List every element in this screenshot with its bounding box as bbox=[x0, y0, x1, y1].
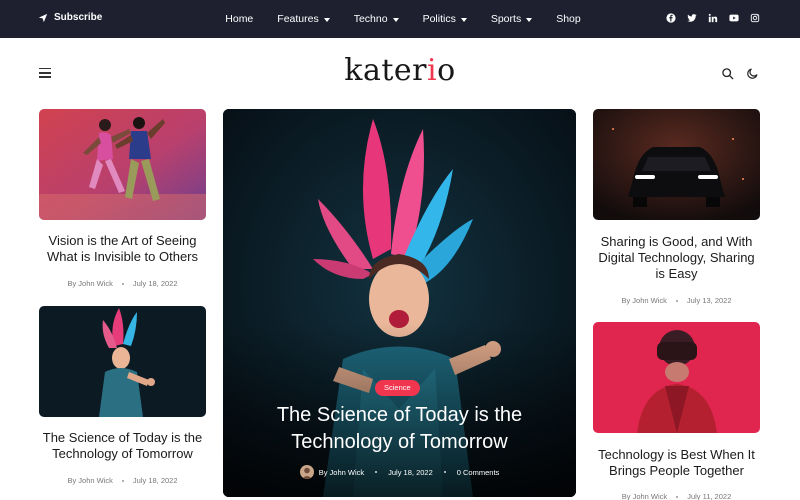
nav-item-sports[interactable]: Sports bbox=[490, 13, 533, 25]
post-date: July 11, 2022 bbox=[687, 492, 732, 500]
nav-label: Home bbox=[225, 13, 254, 25]
nav-label: Techno bbox=[353, 13, 388, 25]
nav-label: Shop bbox=[556, 13, 581, 25]
featured-post-meta: By John Wick July 18, 2022 0 Comments bbox=[223, 465, 576, 479]
category-badge[interactable]: Science bbox=[375, 380, 420, 396]
subscribe-link[interactable]: Subscribe bbox=[38, 12, 102, 23]
post-meta: By John Wick July 11, 2022 bbox=[593, 492, 760, 500]
subscribe-label: Subscribe bbox=[54, 12, 103, 23]
twitter-icon[interactable] bbox=[687, 13, 697, 23]
post-title[interactable]: The Science of Today is the Technology o… bbox=[39, 430, 206, 462]
instagram-icon[interactable] bbox=[750, 13, 760, 23]
nav-item-techno[interactable]: Techno bbox=[354, 13, 399, 25]
post-title[interactable]: Vision is the Art of Seeing What is Invi… bbox=[39, 233, 206, 265]
chevron-down-icon bbox=[392, 17, 399, 22]
search-icon[interactable] bbox=[721, 67, 734, 80]
post-author[interactable]: By John Wick bbox=[319, 468, 364, 477]
post-thumbnail-feather-woman[interactable] bbox=[39, 306, 206, 417]
moon-icon[interactable] bbox=[746, 67, 759, 80]
post-thumbnail-vr-man[interactable] bbox=[593, 322, 760, 433]
meta-separator bbox=[121, 283, 124, 286]
post-meta: By John Wick July 18, 2022 bbox=[39, 476, 206, 485]
featured-post-title[interactable]: The Science of Today is the Technology o… bbox=[243, 402, 556, 456]
post-author[interactable]: By John Wick bbox=[67, 476, 112, 485]
post-meta: By John Wick July 18, 2022 bbox=[39, 279, 206, 288]
top-bar: Subscribe Home Features Techno Politics … bbox=[0, 0, 800, 38]
nav-item-features[interactable]: Features bbox=[277, 13, 330, 25]
post-author[interactable]: By John Wick bbox=[67, 279, 112, 288]
nav-item-shop[interactable]: Shop bbox=[556, 13, 581, 25]
linkedin-icon[interactable] bbox=[708, 13, 718, 23]
post-thumbnail-dancers[interactable] bbox=[39, 109, 206, 220]
post-author[interactable]: By John Wick bbox=[622, 492, 667, 500]
post-comments[interactable]: 0 Comments bbox=[457, 468, 500, 477]
post-date: July 18, 2022 bbox=[388, 467, 433, 477]
nav-label: Sports bbox=[490, 13, 522, 25]
featured-post[interactable]: Science The Science of Today is the Tech… bbox=[223, 109, 576, 497]
chevron-down-icon bbox=[460, 17, 467, 22]
nav-label: Features bbox=[277, 13, 319, 25]
meta-separator bbox=[121, 480, 124, 483]
avatar[interactable] bbox=[299, 465, 314, 479]
send-icon bbox=[38, 13, 48, 22]
nav-label: Politics bbox=[422, 13, 456, 25]
meta-separator bbox=[676, 496, 679, 499]
chevron-down-icon bbox=[526, 17, 533, 22]
post-meta: By John Wick July 13, 2022 bbox=[593, 296, 760, 305]
post-date: July 18, 2022 bbox=[132, 476, 178, 485]
chevron-down-icon bbox=[323, 17, 330, 22]
site-logo[interactable]: katerio bbox=[0, 53, 800, 88]
meta-separator bbox=[375, 471, 378, 473]
post-thumbnail-car[interactable] bbox=[593, 109, 760, 220]
meta-separator bbox=[675, 300, 678, 303]
nav-item-home[interactable]: Home bbox=[225, 13, 253, 25]
logo-accent-letter: i bbox=[427, 53, 438, 88]
nav-item-politics[interactable]: Politics bbox=[423, 13, 467, 25]
post-author[interactable]: By John Wick bbox=[621, 296, 666, 305]
post-date: July 18, 2022 bbox=[132, 279, 178, 288]
post-title[interactable]: Sharing is Good, and With Digital Techno… bbox=[593, 234, 760, 282]
post-title[interactable]: Technology is Best When It Brings People… bbox=[593, 447, 760, 479]
social-links bbox=[666, 13, 760, 23]
post-date: July 13, 2022 bbox=[686, 296, 732, 305]
youtube-icon[interactable] bbox=[729, 13, 739, 23]
meta-separator bbox=[443, 471, 446, 473]
facebook-icon[interactable] bbox=[666, 13, 676, 23]
